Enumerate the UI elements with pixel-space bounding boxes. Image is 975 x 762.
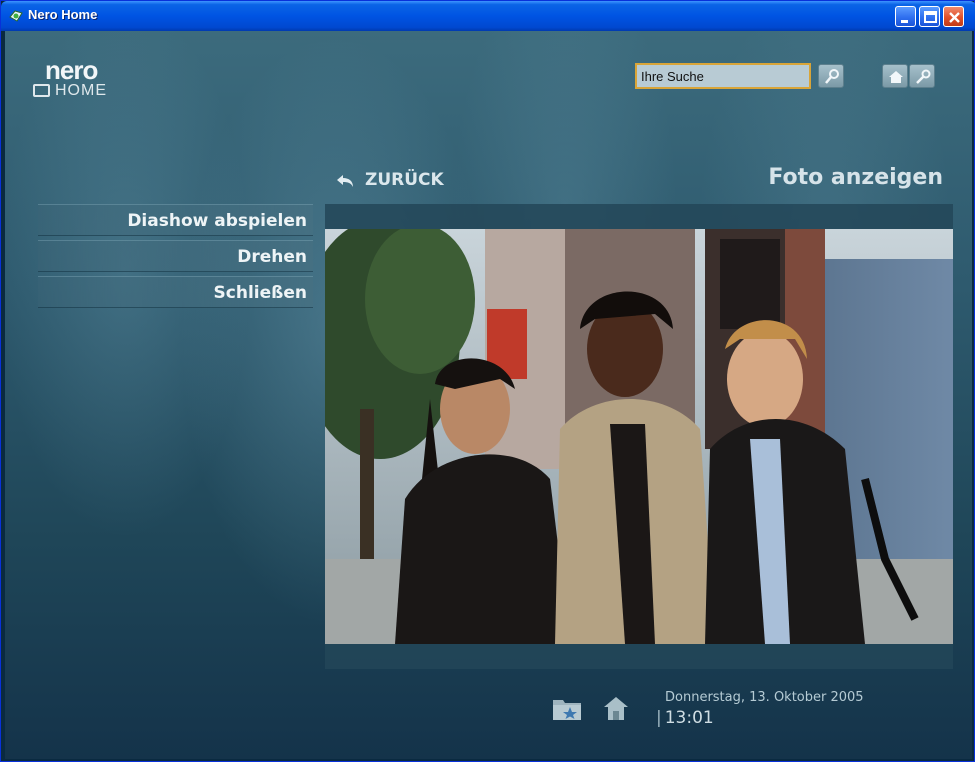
minimize-button[interactable] — [895, 6, 916, 27]
maximize-button[interactable] — [919, 6, 940, 27]
window-title: Nero Home — [28, 7, 98, 22]
maximize-icon — [924, 11, 937, 23]
close-icon — [949, 12, 960, 23]
photo[interactable] — [325, 229, 953, 644]
nero-home-logo: nero HOME — [31, 55, 131, 105]
photo-image — [325, 229, 953, 644]
page-title: Foto anzeigen — [768, 165, 943, 190]
status-time: 13:01 — [664, 708, 714, 728]
title-bar[interactable]: Nero Home — [1, 1, 975, 31]
menu-item-slideshow[interactable]: Diashow abspielen — [38, 204, 313, 236]
close-button[interactable] — [943, 6, 964, 27]
search-button[interactable] — [818, 64, 844, 88]
search-icon — [825, 69, 839, 84]
home-icon[interactable] — [602, 695, 630, 721]
nero-app-icon — [8, 8, 24, 24]
search-box — [635, 63, 811, 89]
tv-icon — [33, 84, 50, 97]
menu-item-rotate[interactable]: Drehen — [38, 240, 313, 272]
client-area: nero HOME ZU — [5, 31, 972, 759]
photo-viewer — [325, 204, 953, 669]
settings-button[interactable] — [909, 64, 935, 88]
menu-item-close[interactable]: Schließen — [38, 276, 313, 308]
search-input[interactable] — [637, 65, 809, 87]
settings-wrench-icon — [916, 69, 931, 84]
status-time-wrap: | 13:01 — [656, 708, 714, 728]
action-menu: Diashow abspielen Drehen Schließen — [38, 204, 313, 312]
time-divider: | — [656, 708, 662, 728]
status-date: Donnerstag, 13. Oktober 2005 — [665, 690, 864, 705]
back-arrow-icon — [337, 175, 353, 187]
favorites-folder-icon[interactable] — [552, 695, 582, 721]
logo-sub: HOME — [55, 82, 107, 99]
home-button[interactable] — [882, 64, 908, 88]
back-label: ZURÜCK — [365, 170, 444, 190]
minimize-icon — [901, 20, 908, 23]
home-icon — [889, 71, 903, 83]
nero-home-window: Nero Home nero HOME Ihre Suche ZURÜCK Fo… — [0, 0, 975, 762]
